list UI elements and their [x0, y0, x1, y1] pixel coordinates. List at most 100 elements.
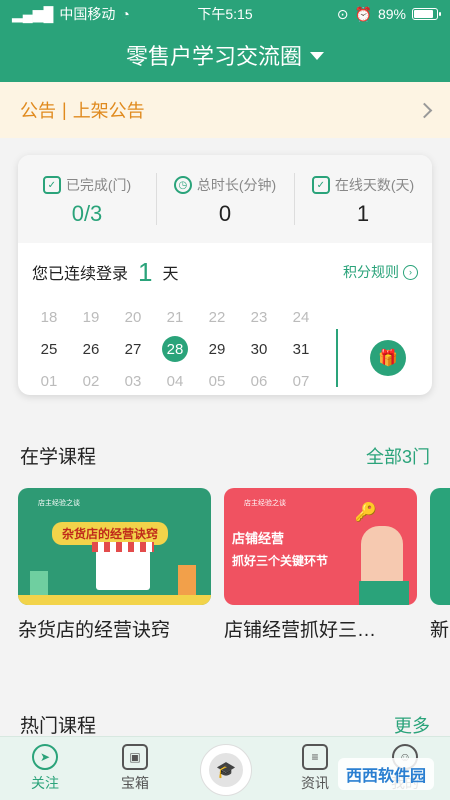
calendar-day: 04	[166, 372, 184, 390]
thumb-line-1: 店铺经营	[232, 531, 285, 546]
stat-value: 0/3	[71, 201, 103, 226]
calendar-day: 26	[82, 340, 100, 358]
group-selector[interactable]: 零售户学习交流圈	[0, 28, 450, 82]
monitor-check-icon: ✓	[311, 176, 330, 194]
nav-follow[interactable]: ➤ 关注	[0, 737, 90, 800]
checkin-calendar: 18 19 20 21 22 23 24 25 26 27 28 29 30 31 01 02 03 04 05 06…	[28, 301, 322, 395]
ground-strip	[18, 595, 211, 605]
alarm-icon: ⏰	[354, 5, 372, 22]
login-suffix: 天	[162, 266, 179, 283]
course-carousel: 店主经验之谈 杂货店的经营诀窍 杂货店的经营诀窍 店主经验之谈 店铺经营 抓好三…	[18, 488, 450, 642]
carrier-label: 中国移动	[59, 6, 116, 22]
course-title: 杂货店的经营诀窍	[18, 620, 171, 641]
signal-icon: ▂▄▆█	[12, 5, 54, 22]
calendar-day: 28	[154, 336, 196, 362]
arrow-right-circle-icon: ›	[403, 264, 418, 280]
thumb-mini-text: 店主经验之谈	[244, 500, 286, 507]
wifi-icon: ◔	[121, 6, 130, 22]
calendar-day: 23	[250, 308, 268, 326]
hot-title: 热门课程	[20, 716, 97, 737]
watermark-logo: 西西软件园	[337, 758, 434, 790]
calendar-day: 06	[250, 372, 268, 390]
course-thumbnail	[430, 488, 450, 605]
status-bar: ▂▄▆█ 中国移动 ◔ 下午5:15 ⊙ ⏰ 89%	[0, 0, 450, 28]
course-card[interactable]: 新	[430, 488, 450, 642]
stat-online-days: ✓ 在线天数(天) 1	[294, 155, 432, 243]
calendar-week-row: 01 02 03 04 05 06 07	[28, 365, 322, 395]
shop-illustration	[92, 542, 154, 590]
stat-value: 0	[218, 201, 232, 226]
stat-label: 在线天数(天)	[334, 177, 415, 193]
caret-down-icon	[310, 52, 324, 60]
stat-label: 已完成(门)	[65, 177, 132, 193]
graduation-cap-icon: 🎓	[209, 753, 243, 787]
key-icon: 🔑	[354, 502, 377, 522]
stat-label: 总时长(分钟)	[196, 177, 277, 193]
sleeve-illustration	[359, 581, 409, 605]
course-card[interactable]: 店主经验之谈 店铺经营 抓好三个关键环节 🔑 店铺经营抓好三…	[224, 488, 417, 642]
nav-label: 资讯	[301, 775, 329, 791]
login-days: 1	[138, 256, 153, 287]
hot-header: 热门课程 更多	[20, 711, 430, 738]
notice-bar[interactable]: 公告 | 上架公告	[0, 82, 450, 138]
calendar-day: 19	[82, 308, 100, 326]
progress-card: ✓ 已完成(门) 0/3 ◷ 总时长(分钟) 0 ✓ 在线天数(天) 1 您已连续登录…	[18, 155, 432, 395]
calendar-day: 25	[40, 340, 58, 358]
calendar-day: 03	[124, 372, 142, 390]
study-fab-button[interactable]: 🎓	[200, 744, 252, 796]
calendar-day: 02	[82, 372, 100, 390]
calendar-day: 24	[292, 308, 310, 326]
calendar-day: 05	[208, 372, 226, 390]
calendar-day: 07	[292, 372, 310, 390]
course-card[interactable]: 店主经验之谈 杂货店的经营诀窍 杂货店的经营诀窍	[18, 488, 211, 642]
learning-header: 在学课程 全部3门	[20, 442, 430, 469]
calendar-divider	[336, 329, 338, 387]
battery-fill	[414, 10, 433, 18]
compass-icon: ➤	[32, 744, 58, 770]
notice-text: 上架公告	[72, 101, 145, 121]
course-thumbnail: 店主经验之谈 店铺经营 抓好三个关键环节 🔑	[224, 488, 417, 605]
lock-rotation-icon: ⊙	[336, 5, 349, 22]
course-title: 新	[430, 620, 450, 641]
calendar-week-row: 25 26 27 28 29 30 31	[28, 333, 322, 365]
check-doc-icon: ✓	[42, 176, 61, 194]
learning-all-link[interactable]: 全部3门	[366, 443, 430, 469]
battery-percent: 89%	[377, 6, 406, 22]
nav-label: 关注	[31, 775, 59, 791]
calendar-day: 01	[40, 372, 58, 390]
page-title: 零售户学习交流圈	[125, 44, 302, 69]
battery-icon	[412, 8, 441, 20]
course-title: 店铺经营抓好三…	[224, 620, 377, 641]
notice-separator: |	[62, 99, 67, 120]
calendar-today-marker: 28	[162, 336, 188, 362]
news-icon: ≡	[302, 744, 328, 770]
calendar-day: 21	[166, 308, 184, 326]
stat-completed: ✓ 已完成(门) 0/3	[18, 155, 156, 243]
calendar-day: 22	[208, 308, 226, 326]
calendar-day: 18	[40, 308, 58, 326]
points-rule-label: 积分规则	[343, 264, 399, 280]
calendar-day: 27	[124, 340, 142, 358]
calendar-day: 30	[250, 340, 268, 358]
nav-chest[interactable]: ▣ 宝箱	[90, 737, 180, 800]
thumb-mini-text: 店主经验之谈	[38, 500, 80, 507]
calendar-week-row: 18 19 20 21 22 23 24	[28, 301, 322, 333]
chest-icon: ▣	[122, 744, 148, 770]
stat-duration: ◷ 总时长(分钟) 0	[156, 155, 294, 243]
login-streak-row: 您已连续登录 1 天 积分规则 ›	[18, 243, 432, 301]
gift-icon: 🎁	[378, 350, 398, 367]
course-thumbnail: 店主经验之谈 杂货店的经营诀窍	[18, 488, 211, 605]
learning-title: 在学课程	[20, 447, 97, 468]
thumb-line-2: 抓好三个关键环节	[232, 554, 329, 568]
hand-illustration	[361, 526, 403, 584]
top-bar: ▂▄▆█ 中国移动 ◔ 下午5:15 ⊙ ⏰ 89% 零售户学习交流圈	[0, 0, 450, 82]
chevron-right-icon	[416, 102, 433, 118]
points-rule-link[interactable]: 积分规则 ›	[343, 262, 418, 282]
notice-label: 公告	[20, 101, 56, 121]
login-prefix: 您已连续登录	[32, 266, 129, 283]
calendar-day: 29	[208, 340, 226, 358]
calendar-day: 31	[292, 340, 310, 358]
hot-more-link[interactable]: 更多	[394, 712, 430, 738]
gift-button[interactable]: 🎁	[370, 340, 406, 376]
stats-row: ✓ 已完成(门) 0/3 ◷ 总时长(分钟) 0 ✓ 在线天数(天) 1	[18, 155, 432, 243]
